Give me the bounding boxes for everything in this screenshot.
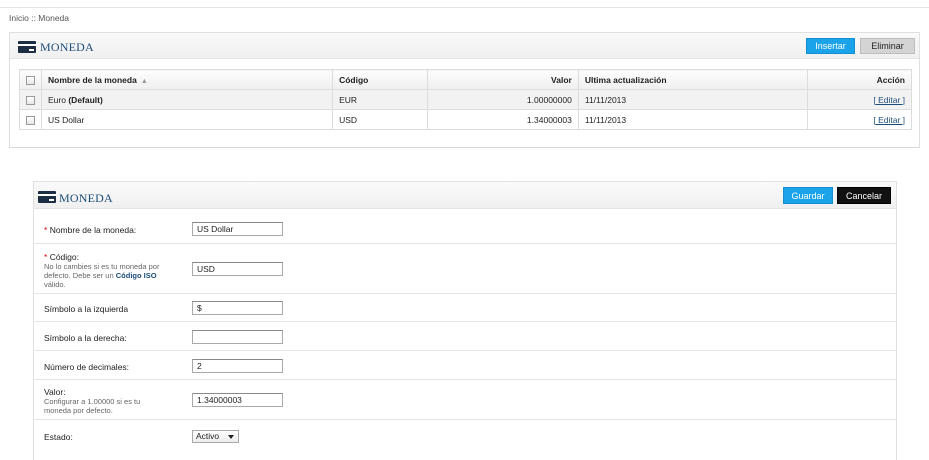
currency-name-cell: US Dollar bbox=[40, 109, 334, 130]
delete-button[interactable]: Eliminar bbox=[860, 38, 915, 54]
currency-value-cell: 1.34000003 bbox=[426, 109, 579, 130]
edit-link[interactable]: [ Editar ] bbox=[873, 115, 905, 125]
form-row-status: Estado: Activo bbox=[34, 420, 896, 460]
form-row-symbol-left: Símbolo a la izquierda $ bbox=[34, 294, 896, 322]
code-hint: No lo cambies si es tu moneda por defect… bbox=[44, 262, 160, 289]
form-row-decimals: Número de decimales: 2 bbox=[34, 351, 896, 380]
edit-link[interactable]: [ Editar ] bbox=[873, 95, 905, 105]
currency-name-input[interactable]: US Dollar bbox=[192, 222, 283, 236]
iso-code-link[interactable]: Código ISO bbox=[116, 271, 157, 280]
currency-form-panel: MONEDA Guardar Cancelar * Nombre de la m… bbox=[33, 181, 897, 460]
chevron-down-icon bbox=[228, 435, 234, 439]
insert-button[interactable]: Insertar bbox=[806, 38, 855, 54]
value-label: Valor: Configurar a 1.00000 si es tu mon… bbox=[44, 387, 141, 415]
default-badge: (Default) bbox=[68, 94, 103, 105]
form-row-name: * Nombre de la moneda: US Dollar bbox=[34, 210, 896, 244]
value-hint: Configurar a 1.00000 si es tu moneda por… bbox=[44, 397, 141, 415]
table-header-row: Nombre de la moneda ▲ Código Valor Ultima… bbox=[19, 69, 912, 90]
symbol-left-input[interactable]: $ bbox=[192, 301, 283, 315]
symbol-right-label: Símbolo a la derecha: bbox=[44, 333, 127, 343]
status-label: Estado: bbox=[44, 432, 73, 442]
row-select-cell bbox=[19, 109, 42, 130]
name-label: * Nombre de la moneda: bbox=[44, 225, 137, 235]
credit-card-icon bbox=[38, 191, 56, 203]
symbol-left-label: Símbolo a la izquierda bbox=[44, 304, 129, 314]
decimals-input[interactable]: 2 bbox=[192, 359, 283, 373]
breadcrumb: Inicio :: Moneda bbox=[9, 13, 70, 23]
currency-updated-cell: 11/11/2013 bbox=[577, 109, 808, 130]
sort-asc-icon: ▲ bbox=[140, 77, 148, 85]
currency-code-cell: EUR bbox=[332, 89, 428, 110]
currency-name-cell: Euro (Default) bbox=[40, 89, 334, 110]
currency-code-cell: USD bbox=[332, 109, 428, 130]
currency-list-panel: MONEDA Insertar Eliminar Nombre de la mo… bbox=[9, 32, 920, 148]
panel-title: MONEDA bbox=[40, 40, 94, 54]
currency-code-input[interactable]: USD bbox=[192, 262, 283, 276]
currency-table: Nombre de la moneda ▲ Código Valor Ultima… bbox=[19, 69, 912, 130]
decimals-label: Número de decimales: bbox=[44, 362, 130, 372]
column-header-updated[interactable]: Ultima actualización bbox=[577, 69, 808, 90]
row-checkbox[interactable] bbox=[26, 115, 35, 125]
status-select[interactable]: Activo bbox=[192, 430, 239, 443]
edit-link-cell: [ Editar ] bbox=[806, 109, 912, 130]
panel-header: MONEDA Guardar Cancelar bbox=[34, 182, 896, 209]
panel-title: MONEDA bbox=[59, 191, 113, 205]
save-button[interactable]: Guardar bbox=[783, 187, 833, 204]
top-divider bbox=[0, 7, 929, 8]
row-select-cell bbox=[19, 89, 42, 110]
table-row: US Dollar USD 1.34000003 11/11/2013 [ Ed… bbox=[19, 109, 912, 130]
select-all-checkbox[interactable] bbox=[26, 75, 35, 85]
column-header-code[interactable]: Código bbox=[332, 69, 428, 90]
column-header-action: Acción bbox=[806, 69, 912, 90]
table-row: Euro (Default) EUR 1.00000000 11/11/2013… bbox=[19, 89, 912, 110]
panel-header: MONEDA Insertar Eliminar bbox=[10, 33, 919, 59]
cancel-button[interactable]: Cancelar bbox=[837, 187, 891, 204]
form-row-symbol-right: Símbolo a la derecha: bbox=[34, 322, 896, 351]
currency-value-cell: 1.00000000 bbox=[426, 89, 579, 110]
form-row-value: Valor: Configurar a 1.00000 si es tu mon… bbox=[34, 380, 896, 420]
column-header-name[interactable]: Nombre de la moneda ▲ bbox=[40, 69, 334, 90]
value-input[interactable]: 1.34000003 bbox=[192, 393, 283, 407]
symbol-right-input[interactable] bbox=[192, 330, 283, 344]
form-row-code: * Código: No lo cambies si es tu moneda … bbox=[34, 244, 896, 294]
row-checkbox[interactable] bbox=[26, 95, 35, 105]
code-label: * Código: No lo cambies si es tu moneda … bbox=[44, 252, 160, 289]
credit-card-icon bbox=[18, 41, 36, 53]
select-all-cell bbox=[19, 69, 42, 90]
column-header-value[interactable]: Valor bbox=[426, 69, 579, 90]
edit-link-cell: [ Editar ] bbox=[806, 89, 912, 110]
currency-updated-cell: 11/11/2013 bbox=[577, 89, 808, 110]
